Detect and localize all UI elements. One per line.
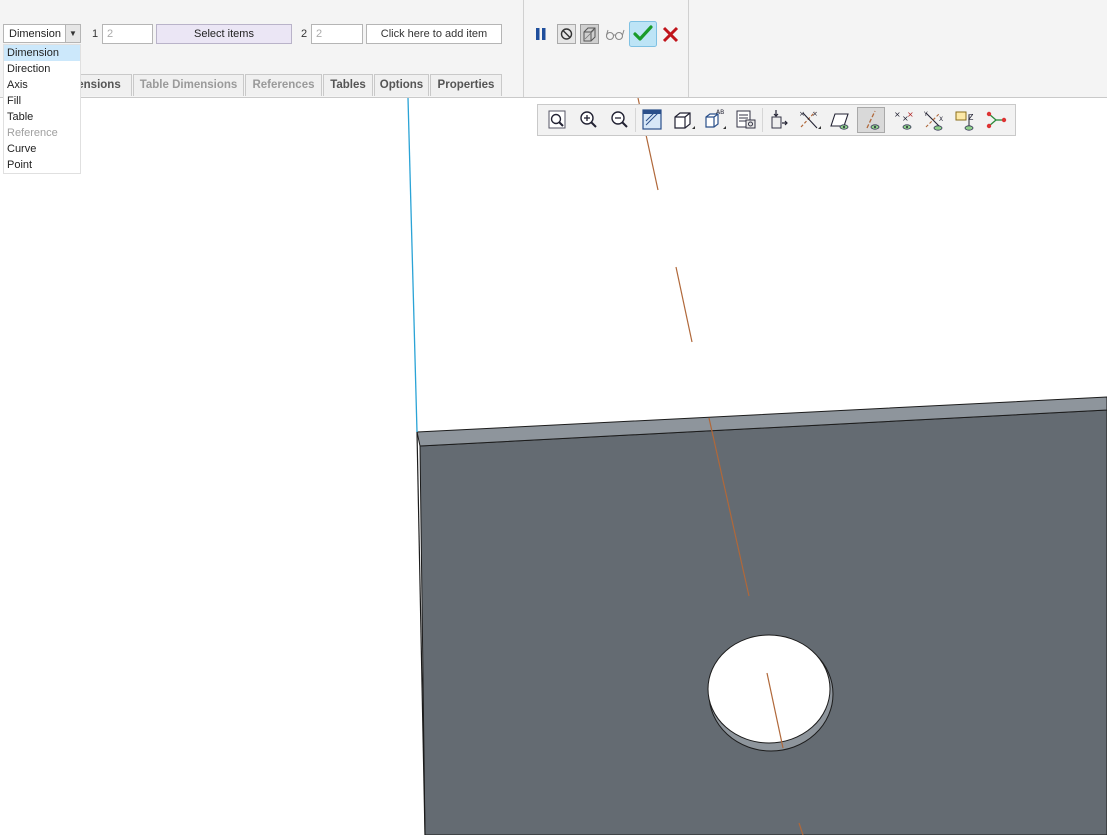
graphics-area[interactable]	[0, 98, 1107, 835]
csys-display-icon[interactable]: YX	[920, 107, 948, 133]
perspective-view-icon[interactable]	[764, 107, 792, 133]
svg-text:×: ×	[812, 110, 818, 118]
hole-opening[interactable]	[707, 634, 831, 744]
axis-display-icon[interactable]	[857, 107, 885, 133]
datum-display-filters-icon[interactable]	[982, 107, 1010, 133]
svg-text:Y: Y	[923, 111, 928, 118]
svg-text:×: ×	[894, 110, 901, 119]
tab-options[interactable]: Options	[374, 74, 429, 96]
feature-dashboard: Dimension ▼ 1 2 Select items 2 2 Click h…	[0, 0, 1107, 98]
no-icon[interactable]	[557, 24, 576, 44]
type-dropdown-list: Dimension Direction Axis Fill Table Refe…	[3, 44, 81, 174]
preview-box-icon[interactable]	[580, 24, 599, 44]
reference-2-label: 2	[301, 28, 308, 40]
repaint-icon[interactable]	[638, 107, 666, 133]
dropdown-option-point[interactable]: Point	[4, 157, 80, 173]
highlighted-edge[interactable]	[407, 98, 418, 433]
pause-icon[interactable]	[532, 24, 551, 44]
svg-text:AB: AB	[716, 109, 724, 116]
spin-center-icon[interactable]: Z	[951, 107, 979, 133]
part-front-face[interactable]	[419, 409, 1107, 835]
refit-icon[interactable]	[543, 107, 571, 133]
dropdown-option-reference: Reference	[7, 127, 58, 139]
glasses-icon[interactable]	[604, 24, 626, 44]
dropdown-option-dimension[interactable]: Dimension	[4, 45, 80, 61]
reference-1-count-field[interactable]: 2	[102, 24, 153, 44]
reference-2-count-field[interactable]: 2	[311, 24, 363, 44]
svg-text:×: ×	[799, 110, 805, 118]
dropdown-option-curve[interactable]: Curve	[4, 141, 80, 157]
dropdown-option-direction[interactable]: Direction	[4, 61, 80, 77]
tab-table-dimensions[interactable]: Table Dimensions	[133, 74, 244, 96]
chevron-down-icon[interactable]: ▼	[65, 25, 80, 42]
tab-properties[interactable]: Properties	[430, 74, 502, 96]
zoom-in-icon[interactable]	[575, 107, 603, 133]
plane-display-icon[interactable]	[826, 107, 854, 133]
saved-orientations-icon[interactable]: AB	[700, 107, 728, 133]
select-items-button[interactable]: Select items	[156, 24, 292, 44]
zoom-out-icon[interactable]	[606, 107, 634, 133]
type-dropdown[interactable]: Dimension ▼	[3, 24, 81, 43]
tab-references[interactable]: References	[245, 74, 322, 96]
graphics-toolbar: AB × × × × × YX Z	[537, 104, 1016, 136]
reference-1-label: 1	[92, 28, 99, 40]
svg-text:×: ×	[907, 110, 914, 119]
add-item-button[interactable]: Click here to add item	[366, 24, 502, 44]
display-style-icon[interactable]	[669, 107, 697, 133]
annotation-display-icon[interactable]: × ×	[795, 107, 823, 133]
tab-tables[interactable]: Tables	[323, 74, 373, 96]
dropdown-option-fill[interactable]: Fill	[4, 93, 80, 109]
close-icon[interactable]	[661, 24, 680, 44]
check-icon[interactable]	[629, 21, 657, 47]
view-manager-icon[interactable]	[732, 107, 760, 133]
dropdown-option-table[interactable]: Table	[4, 109, 80, 125]
dropdown-option-axis[interactable]: Axis	[4, 77, 80, 93]
svg-text:X: X	[939, 116, 943, 123]
point-display-icon[interactable]: × × ×	[889, 107, 917, 133]
type-dropdown-value: Dimension	[9, 28, 61, 40]
